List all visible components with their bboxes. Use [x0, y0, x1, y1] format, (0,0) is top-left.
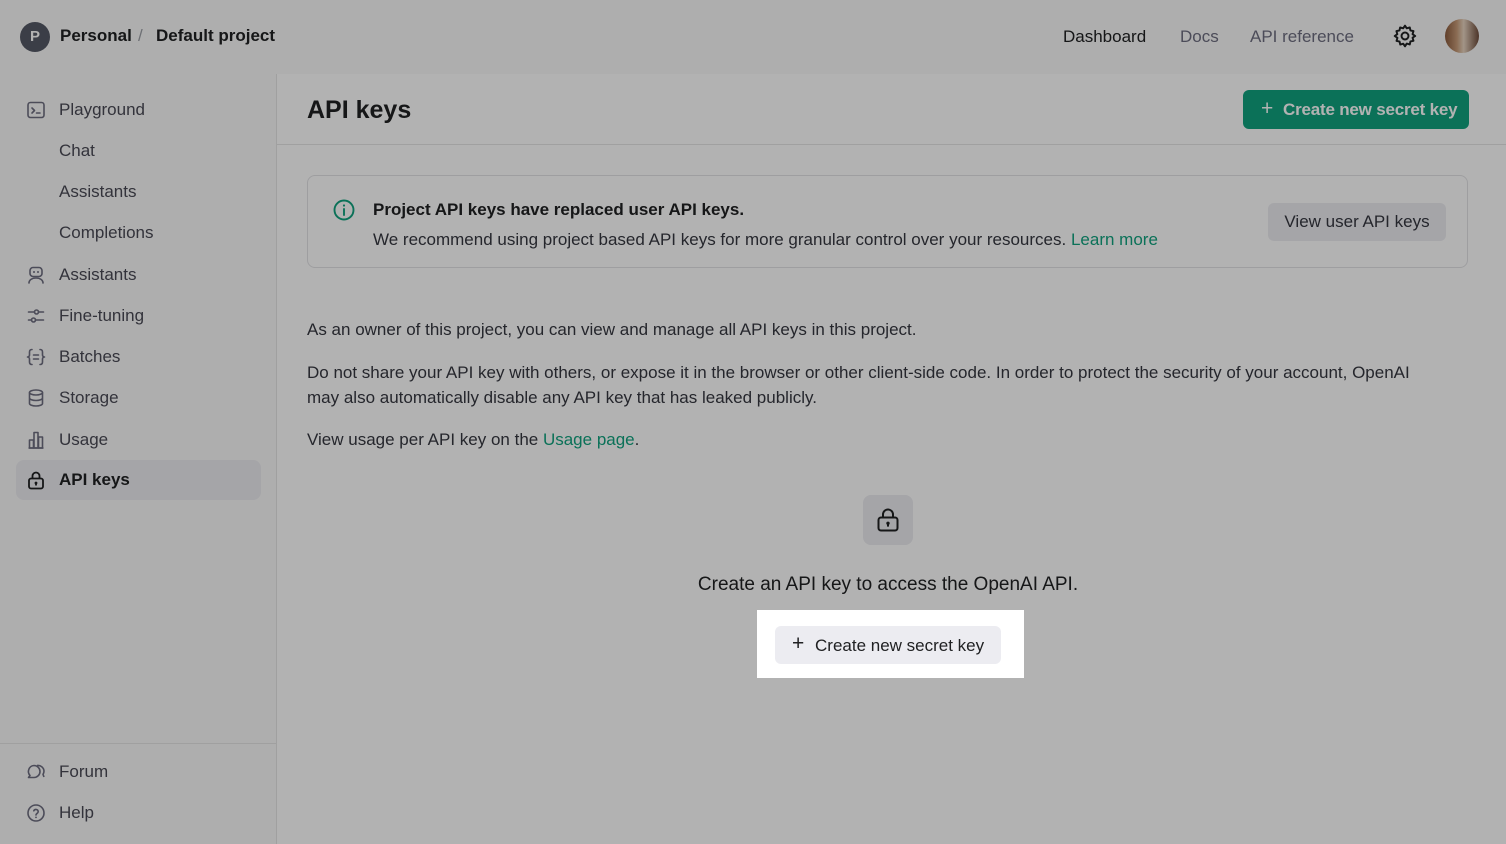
sidebar-item-label: API keys: [59, 470, 130, 489]
empty-state-create-key-label: Create new secret key: [815, 636, 985, 655]
lock-icon: [28, 471, 44, 490]
sidebar-item-label: Storage: [59, 388, 119, 407]
sidebar-item-label: Assistants: [59, 182, 137, 201]
empty-state-create-key-button[interactable]: + Create new secret key: [775, 626, 1001, 664]
lock-icon: [877, 508, 899, 532]
plus-icon: +: [1261, 97, 1274, 120]
sidebar-divider: [0, 743, 276, 744]
learn-more-link[interactable]: Learn more: [1071, 230, 1158, 249]
info-icon: [333, 199, 355, 221]
bar-chart-icon: [28, 431, 44, 449]
sidebar-item-label: Batches: [59, 347, 121, 366]
sidebar-item-usage[interactable]: Usage: [16, 420, 261, 460]
user-avatar[interactable]: [1445, 19, 1479, 53]
sidebar-item-label: Chat: [59, 141, 95, 160]
breadcrumb-project[interactable]: Default project: [156, 26, 275, 46]
usage-hint-suffix: .: [634, 430, 640, 449]
main-content: API keys + Create new secret key Project…: [277, 74, 1506, 844]
robot-icon: [28, 266, 44, 284]
create-secret-key-button[interactable]: + Create new secret key: [1243, 90, 1469, 129]
sidebar-item-forum[interactable]: Forum: [16, 752, 261, 792]
sidebar-item-playground[interactable]: Playground: [16, 90, 261, 130]
create-secret-key-label: Create new secret key: [1283, 100, 1458, 119]
security-warning-line1: Do not share your API key with others, o…: [307, 363, 1410, 382]
sidebar-item-label: Assistants: [59, 265, 137, 284]
sidebar-item-assistants-playground[interactable]: Assistants: [16, 172, 261, 212]
plus-icon: +: [792, 632, 805, 655]
gear-icon[interactable]: [1392, 23, 1418, 49]
security-warning-line2: may also automatically disable any API k…: [307, 388, 817, 407]
notice-title: Project API keys have replaced user API …: [373, 200, 745, 219]
usage-page-link[interactable]: Usage page: [543, 430, 635, 449]
notice-body: We recommend using project based API key…: [373, 230, 1158, 250]
sidebar-item-label: Playground: [59, 100, 146, 119]
chat-bubbles-icon: [27, 764, 45, 779]
sidebar-item-label: Fine-tuning: [59, 306, 145, 325]
sidebar-item-completions[interactable]: Completions: [16, 213, 261, 253]
top-bar: P Personal / Default project Dashboard D…: [0, 0, 1506, 74]
sliders-icon: [27, 309, 45, 323]
header-divider: [277, 144, 1506, 145]
sidebar-item-api-keys[interactable]: API keys: [16, 460, 261, 500]
view-user-api-keys-button[interactable]: View user API keys: [1268, 203, 1446, 241]
breadcrumb-org[interactable]: Personal: [60, 26, 132, 46]
sidebar-item-label: Completions: [59, 223, 154, 242]
sidebar-item-storage[interactable]: Storage: [16, 378, 261, 418]
sidebar: Playground Chat Assistants Completions A…: [0, 74, 277, 844]
notice-banner: Project API keys have replaced user API …: [307, 175, 1468, 268]
nav-api-reference[interactable]: API reference: [1250, 27, 1354, 47]
help-circle-icon: [27, 804, 45, 822]
sidebar-item-help[interactable]: Help: [16, 793, 261, 833]
terminal-icon: [27, 101, 45, 119]
empty-state-title: Create an API key to access the OpenAI A…: [697, 574, 1079, 595]
usage-hint-prefix: View usage per API key on the: [307, 430, 543, 449]
sidebar-item-fine-tuning[interactable]: Fine-tuning: [16, 296, 261, 336]
sidebar-item-assistants[interactable]: Assistants: [16, 255, 261, 295]
sidebar-item-label: Help: [59, 803, 94, 822]
org-avatar[interactable]: P: [20, 22, 50, 52]
empty-state-lock: [863, 495, 913, 545]
sidebar-item-chat[interactable]: Chat: [16, 131, 261, 171]
breadcrumb-separator: /: [138, 26, 143, 45]
sidebar-item-label: Usage: [59, 430, 109, 449]
braces-icon: [26, 348, 46, 366]
sidebar-item-label: Forum: [59, 762, 109, 781]
notice-body-text: We recommend using project based API key…: [373, 230, 1067, 249]
page-title: API keys: [307, 96, 412, 124]
nav-dashboard[interactable]: Dashboard: [1063, 27, 1146, 47]
usage-hint: View usage per API key on the Usage page…: [307, 427, 639, 452]
nav-docs[interactable]: Docs: [1180, 27, 1219, 47]
database-icon: [28, 389, 44, 407]
sidebar-item-batches[interactable]: Batches: [16, 337, 261, 377]
owner-description: As an owner of this project, you can vie…: [307, 320, 917, 339]
